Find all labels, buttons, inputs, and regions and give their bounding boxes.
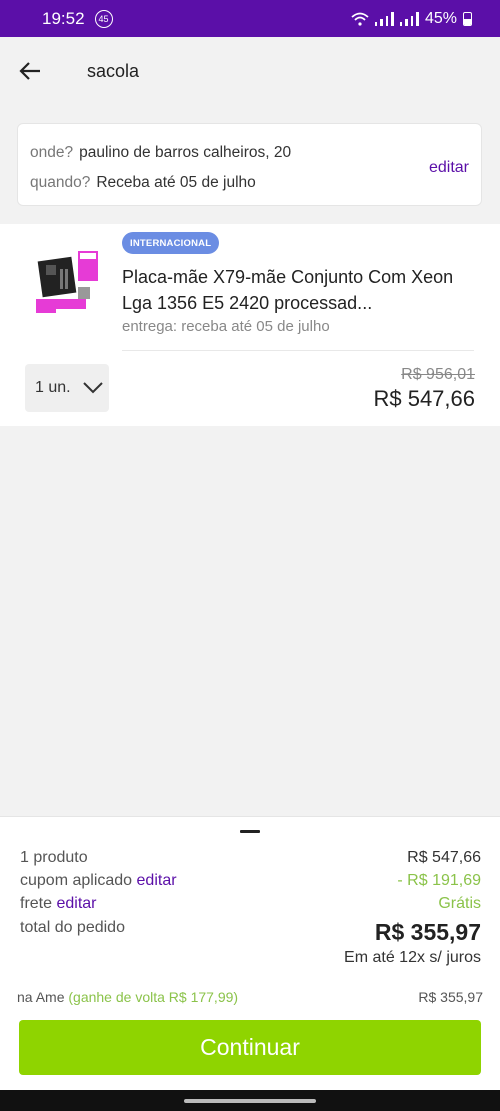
motherboard-product-image (34, 249, 100, 315)
total-value: R$ 355,97 (374, 919, 481, 945)
cart-item: INTERNACIONAL Placa-mãe X79-mãe Conjunto… (0, 224, 500, 426)
order-summary-sheet: 1 produto R$ 547,66 cupom aplicado edita… (0, 816, 500, 1111)
divider (122, 350, 474, 351)
address-label: onde? (30, 144, 74, 161)
system-nav-bar (0, 1090, 500, 1111)
arrow-left-icon (19, 62, 40, 80)
clock: 19:52 (42, 8, 85, 28)
app-bar: sacola (0, 37, 500, 105)
delivery-info-card: onde? paulino de barros calheiros, 20 qu… (17, 123, 482, 206)
products-subtotal: R$ 547,66 (407, 849, 481, 866)
products-count-label: 1 produto (20, 849, 88, 866)
notification-count-badge: 45 (94, 9, 113, 28)
address-value: paulino de barros calheiros, 20 (79, 144, 292, 161)
product-delivery: entrega: receba até 05 de julho (122, 318, 330, 335)
delivery-date-label: quando? (30, 174, 91, 191)
ame-label: na Ame (17, 989, 65, 1005)
page-title: sacola (87, 60, 140, 81)
edit-coupon-link[interactable]: editar (137, 872, 177, 889)
coupon-label: cupom aplicado (20, 872, 133, 889)
installments-info: Em até 12x s/ juros (344, 949, 481, 966)
summary-shipping-row: frete editar Grátis (20, 895, 481, 913)
continue-button[interactable]: Continuar (19, 1020, 481, 1075)
home-gesture-handle[interactable] (184, 1099, 316, 1103)
ame-cashback: (ganhe de volta R$ 177,99) (68, 989, 239, 1005)
quantity-value: 1 un. (35, 379, 71, 396)
shipping-value: Grátis (438, 895, 481, 912)
product-image[interactable] (34, 249, 100, 315)
summary-total-row: total do pedido R$ 355,97 (20, 919, 481, 946)
ame-payment-row: na Ame (ganhe de volta R$ 177,99) R$ 355… (17, 989, 483, 1005)
coupon-label-group: cupom aplicado editar (20, 872, 177, 890)
battery-percent: 45% (424, 9, 457, 27)
delivery-date-row: quando? Receba até 05 de julho (30, 174, 469, 192)
current-price: R$ 547,66 (373, 386, 475, 411)
edit-address-link[interactable]: editar (429, 159, 469, 177)
signal-icon-secondary (399, 11, 419, 26)
summary-products-row: 1 produto R$ 547,66 (20, 849, 481, 867)
sheet-handle[interactable] (240, 830, 260, 833)
coupon-discount: - R$ 191,69 (397, 872, 481, 889)
international-badge: INTERNACIONAL (122, 232, 220, 254)
address-row: onde? paulino de barros calheiros, 20 (30, 144, 469, 162)
back-button[interactable] (0, 37, 60, 105)
original-price: R$ 956,01 (401, 366, 475, 383)
wifi-icon (351, 12, 369, 26)
ame-label-group: na Ame (ganhe de volta R$ 177,99) (17, 989, 238, 1005)
product-title[interactable]: Placa-mãe X79-mãe Conjunto Com Xeon Lga … (122, 264, 472, 316)
status-bar: 19:52 45 45% (0, 0, 500, 37)
quantity-select[interactable]: 1 un. (25, 364, 109, 412)
chevron-down-icon (82, 382, 103, 394)
delivery-date-value: Receba até 05 de julho (96, 174, 256, 191)
signal-icon (374, 11, 394, 26)
summary-coupon-row: cupom aplicado editar - R$ 191,69 (20, 872, 481, 890)
edit-shipping-link[interactable]: editar (56, 895, 96, 912)
ame-price: R$ 355,97 (418, 989, 483, 1005)
total-label: total do pedido (20, 919, 125, 936)
battery-icon (463, 11, 472, 26)
shipping-label-group: frete editar (20, 895, 97, 913)
shipping-label: frete (20, 895, 53, 912)
